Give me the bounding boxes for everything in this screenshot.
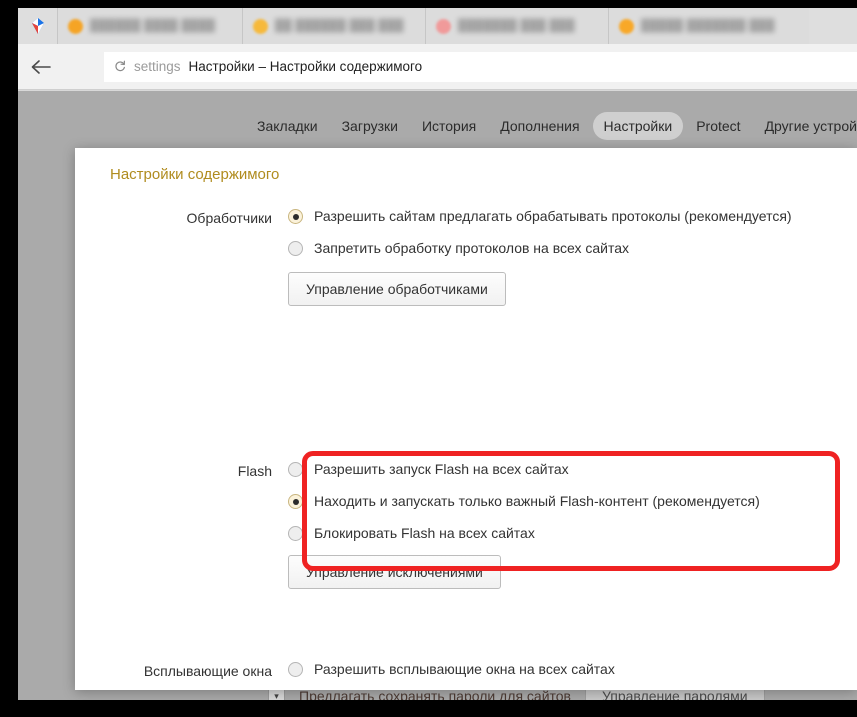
- browser-tab[interactable]: ██ ██████ ███ ███: [243, 8, 426, 44]
- address-bar-row: settings Настройки – Настройки содержимо…: [18, 44, 857, 90]
- back-arrow-icon[interactable]: [18, 44, 64, 90]
- browser-tab[interactable]: ██████ ████ ████: [58, 8, 243, 44]
- radio-icon[interactable]: [288, 526, 303, 541]
- reload-icon[interactable]: [114, 60, 126, 74]
- settings-page: Закладки Загрузки История Дополнения Нас…: [18, 91, 857, 700]
- radio-icon[interactable]: [288, 662, 303, 677]
- tab-favicon-icon: [619, 18, 634, 34]
- tab-title: █████ ███████ ███: [641, 20, 775, 32]
- yandex-browser-logo-icon[interactable]: [18, 8, 58, 44]
- browser-tab[interactable]: █████ ███████ ███: [609, 8, 809, 44]
- popups-section: Всплывающие окна Разрешить всплывающие о…: [75, 661, 857, 690]
- radio-label: Запретить обработку протоколов на всех с…: [314, 240, 630, 256]
- radio-icon[interactable]: [288, 494, 303, 509]
- flash-options: Разрешить запуск Flash на всех сайтах На…: [288, 461, 857, 589]
- yandex-letter-logo: [64, 44, 104, 90]
- tab-strip: ██████ ████ ████ ██ ██████ ███ ███ █████…: [18, 8, 857, 44]
- radio-label: Находить и запускать только важный Flash…: [314, 493, 760, 509]
- flash-option-allow-all[interactable]: Разрешить запуск Flash на всех сайтах: [288, 461, 857, 477]
- manage-handlers-button-wrap: Управление обработчиками: [288, 272, 857, 306]
- flash-option-block-all[interactable]: Блокировать Flash на всех сайтах: [288, 525, 857, 541]
- nav-item-settings[interactable]: Настройки: [592, 112, 684, 140]
- popups-options: Разрешить всплывающие окна на всех сайта…: [288, 661, 857, 690]
- tab-favicon-icon: [68, 18, 83, 34]
- screenshot-frame: ██████ ████ ████ ██ ██████ ███ ███ █████…: [0, 0, 857, 717]
- handlers-option-allow[interactable]: Разрешить сайтам предлагать обрабатывать…: [288, 208, 857, 224]
- radio-label: Разрешить сайтам предлагать обрабатывать…: [314, 208, 792, 224]
- manage-handlers-button[interactable]: Управление обработчиками: [288, 272, 506, 306]
- flash-option-detect-important[interactable]: Находить и запускать только важный Flash…: [288, 493, 857, 509]
- nav-item-history[interactable]: История: [411, 112, 487, 140]
- address-input[interactable]: settings Настройки – Настройки содержимо…: [104, 51, 857, 82]
- address-page-title: Настройки – Настройки содержимого: [188, 59, 423, 74]
- manage-exceptions-button-wrap: Управление исключениями: [288, 555, 857, 589]
- popups-label: Всплывающие окна: [143, 663, 272, 679]
- address-scheme: settings: [134, 59, 181, 74]
- tab-favicon-icon: [253, 18, 268, 34]
- handlers-options: Разрешить сайтам предлагать обрабатывать…: [288, 208, 857, 306]
- tab-favicon-icon: [436, 18, 451, 34]
- flash-label: Flash: [237, 463, 272, 479]
- radio-label: Разрешить всплывающие окна на всех сайта…: [314, 661, 615, 677]
- radio-label: Блокировать Flash на всех сайтах: [314, 525, 535, 541]
- browser-tab[interactable]: ███████ ███ ███: [426, 8, 609, 44]
- nav-item-bookmarks[interactable]: Закладки: [246, 112, 329, 140]
- radio-icon[interactable]: [288, 209, 303, 224]
- nav-item-protect[interactable]: Protect: [685, 112, 751, 140]
- nav-item-downloads[interactable]: Загрузки: [331, 112, 409, 140]
- tab-title: ██ ██████ ███ ███: [275, 20, 404, 32]
- nav-item-addons[interactable]: Дополнения: [489, 112, 590, 140]
- manage-exceptions-button[interactable]: Управление исключениями: [288, 555, 501, 589]
- flash-section: Flash Разрешить запуск Flash на всех сай…: [75, 461, 857, 589]
- settings-nav-menu: Закладки Загрузки История Дополнения Нас…: [18, 110, 857, 142]
- browser-window: ██████ ████ ████ ██ ██████ ███ ███ █████…: [18, 8, 857, 700]
- radio-icon[interactable]: [288, 462, 303, 477]
- dialog-title: Настройки содержимого: [110, 166, 280, 183]
- tab-title: ██████ ████ ████: [90, 20, 216, 32]
- bottom-black-bar: [0, 700, 857, 717]
- radio-label: Разрешить запуск Flash на всех сайтах: [314, 461, 569, 477]
- nav-item-other-devices[interactable]: Другие устройства: [754, 112, 857, 140]
- content-settings-dialog: Настройки содержимого Обработчики Разреш…: [75, 148, 857, 690]
- radio-icon[interactable]: [288, 241, 303, 256]
- handlers-section: Обработчики Разрешить сайтам предлагать …: [75, 208, 857, 306]
- handlers-label: Обработчики: [186, 210, 272, 226]
- popups-option-allow-all[interactable]: Разрешить всплывающие окна на всех сайта…: [288, 661, 857, 677]
- handlers-option-block[interactable]: Запретить обработку протоколов на всех с…: [288, 240, 857, 256]
- tab-title: ███████ ███ ███: [458, 20, 575, 32]
